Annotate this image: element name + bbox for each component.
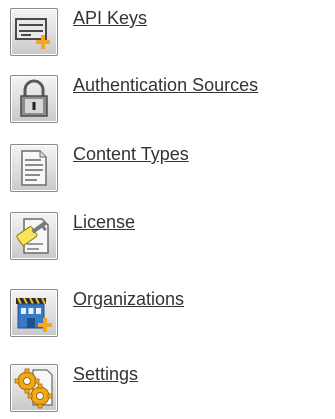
authentication-sources-link[interactable]: Authentication Sources [73, 75, 258, 95]
menu-item-settings[interactable]: Settings [10, 364, 330, 414]
api-keys-icon[interactable] [10, 8, 58, 56]
menu-item-authentication-sources[interactable]: Authentication Sources [10, 75, 330, 125]
document-icon[interactable] [10, 144, 58, 192]
menu-item-organizations[interactable]: Organizations [10, 289, 330, 339]
license-icon[interactable] [10, 212, 58, 260]
building-icon[interactable] [10, 289, 58, 337]
license-link[interactable]: License [73, 212, 135, 232]
gears-icon[interactable] [10, 364, 58, 412]
menu-item-license[interactable]: License [10, 212, 330, 262]
lock-icon[interactable] [10, 75, 58, 123]
organizations-link[interactable]: Organizations [73, 289, 184, 309]
menu-item-content-types[interactable]: Content Types [10, 144, 330, 194]
api-keys-link[interactable]: API Keys [73, 8, 147, 28]
menu-item-api-keys[interactable]: API Keys [10, 8, 330, 58]
settings-link[interactable]: Settings [73, 364, 138, 384]
content-types-link[interactable]: Content Types [73, 144, 189, 164]
